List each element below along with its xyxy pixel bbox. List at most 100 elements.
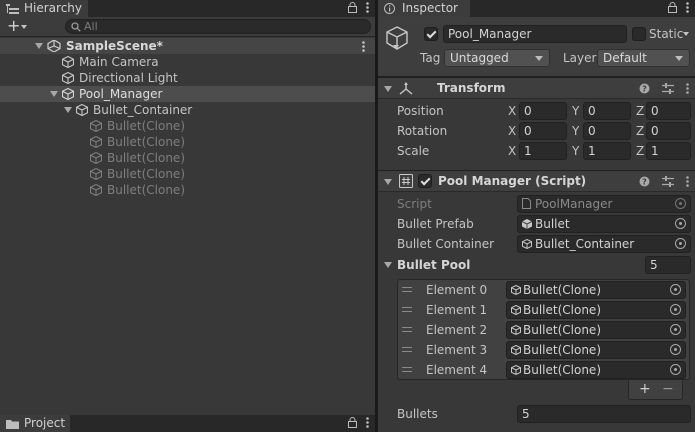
layer-dropdown[interactable]: Default bbox=[597, 49, 690, 67]
hierarchy-item-bullet-container[interactable]: Bullet_Container bbox=[0, 102, 375, 118]
rotation-z-field[interactable]: 0 bbox=[646, 122, 691, 140]
rotation-x-field[interactable]: 0 bbox=[519, 122, 567, 140]
pool-manager-title: Pool Manager (Script) bbox=[438, 174, 587, 188]
gameobject-cube-icon bbox=[62, 88, 74, 100]
info-icon bbox=[384, 3, 395, 14]
bullet-pool-fold-arrow-icon[interactable] bbox=[384, 262, 392, 268]
presets-icon[interactable] bbox=[662, 83, 674, 94]
axis-x-label[interactable]: X bbox=[508, 123, 516, 139]
bullet-pool-size-field[interactable]: 5 bbox=[645, 256, 691, 274]
lock-icon[interactable] bbox=[668, 2, 677, 13]
fold-arrow-icon[interactable] bbox=[64, 107, 72, 113]
object-picker-icon[interactable] bbox=[670, 284, 681, 295]
hierarchy-item-bullet-clone[interactable]: Bullet(Clone) bbox=[0, 166, 375, 182]
gameobject-header: Pool_Manager Static Tag Untagged Layer D… bbox=[378, 17, 695, 77]
element-field[interactable]: Bullet(Clone) bbox=[506, 281, 686, 299]
fold-arrow-icon[interactable] bbox=[35, 43, 43, 49]
drag-handle-icon[interactable] bbox=[402, 287, 412, 292]
component-enabled-checkbox[interactable] bbox=[418, 174, 432, 188]
scale-y-field[interactable]: 1 bbox=[583, 142, 631, 160]
position-label: Position bbox=[397, 104, 444, 118]
bullets-field[interactable]: 5 bbox=[517, 405, 691, 423]
axis-x-label[interactable]: X bbox=[508, 103, 516, 119]
object-picker-icon[interactable] bbox=[670, 364, 681, 375]
list-add-button[interactable]: + bbox=[639, 381, 651, 397]
object-picker-icon[interactable] bbox=[670, 324, 681, 335]
object-name-field[interactable]: Pool_Manager bbox=[443, 25, 627, 43]
icon-dropdown-arrow-icon[interactable] bbox=[393, 45, 399, 49]
tab-inspector[interactable]: Inspector bbox=[378, 0, 470, 17]
axis-y-label[interactable]: Y bbox=[572, 143, 579, 159]
hierarchy-item-directional-light[interactable]: Directional Light bbox=[0, 70, 375, 86]
scale-label: Scale bbox=[397, 144, 430, 158]
axis-z-label[interactable]: Z bbox=[636, 143, 644, 159]
lock-icon[interactable] bbox=[348, 2, 357, 13]
position-y-field[interactable]: 0 bbox=[583, 102, 631, 120]
hierarchy-item-bullet-clone[interactable]: Bullet(Clone) bbox=[0, 134, 375, 150]
hierarchy-item-bullet-clone[interactable]: Bullet(Clone) bbox=[0, 118, 375, 134]
gameobject-cube-icon bbox=[62, 56, 74, 68]
kebab-menu-icon[interactable] bbox=[366, 2, 369, 13]
tab-project[interactable]: Project bbox=[0, 415, 70, 432]
element-field[interactable]: Bullet(Clone) bbox=[506, 321, 686, 339]
static-dropdown-arrow-icon[interactable] bbox=[683, 32, 689, 36]
scene-row[interactable]: SampleScene* bbox=[0, 38, 375, 54]
hierarchy-item-label: Bullet_Container bbox=[93, 103, 193, 117]
lock-icon[interactable] bbox=[348, 417, 357, 428]
drag-handle-icon[interactable] bbox=[402, 327, 412, 332]
tab-hierarchy[interactable]: Hierarchy bbox=[0, 0, 88, 17]
hierarchy-tab-tools bbox=[348, 2, 369, 13]
object-picker-icon[interactable] bbox=[670, 344, 681, 355]
static-checkbox[interactable] bbox=[632, 27, 646, 41]
create-button[interactable]: + bbox=[7, 17, 20, 35]
axis-y-label[interactable]: Y bbox=[572, 123, 579, 139]
object-picker-icon[interactable] bbox=[675, 238, 686, 249]
axis-y-label[interactable]: Y bbox=[572, 103, 579, 119]
hierarchy-item-pool-manager[interactable]: Pool_Manager bbox=[0, 86, 375, 102]
scale-z-field[interactable]: 1 bbox=[646, 142, 691, 160]
component-menu-icon[interactable] bbox=[686, 176, 689, 187]
gameobject-cube-icon bbox=[511, 365, 521, 375]
object-picker-icon[interactable] bbox=[675, 218, 686, 229]
bullet-container-field[interactable]: Bullet_Container bbox=[517, 235, 691, 253]
gameobject-cube-icon bbox=[90, 136, 102, 148]
hierarchy-item-label: Bullet(Clone) bbox=[107, 119, 185, 133]
axis-x-label[interactable]: X bbox=[508, 143, 516, 159]
axis-z-label[interactable]: Z bbox=[636, 103, 644, 119]
bullet-pool-label[interactable]: Bullet Pool bbox=[397, 257, 470, 273]
presets-icon[interactable] bbox=[662, 176, 674, 187]
kebab-menu-icon[interactable] bbox=[366, 417, 369, 428]
rotation-y-field[interactable]: 0 bbox=[583, 122, 631, 140]
position-x-field[interactable]: 0 bbox=[519, 102, 567, 120]
hierarchy-item-main-camera[interactable]: Main Camera bbox=[0, 54, 375, 70]
hierarchy-item-bullet-clone[interactable]: Bullet(Clone) bbox=[0, 182, 375, 198]
bullet-prefab-field[interactable]: Bullet bbox=[517, 215, 691, 233]
help-icon[interactable]: ? bbox=[639, 83, 650, 94]
fold-arrow-icon[interactable] bbox=[384, 179, 392, 185]
search-input[interactable]: All bbox=[65, 19, 371, 34]
transform-header[interactable]: Transform ? bbox=[378, 77, 695, 99]
drag-handle-icon[interactable] bbox=[402, 347, 412, 352]
pool-manager-header-tools: ? bbox=[639, 176, 689, 187]
pool-manager-header[interactable]: Pool Manager (Script) ? bbox=[378, 170, 695, 192]
object-picker-icon[interactable] bbox=[670, 304, 681, 315]
element-field[interactable]: Bullet(Clone) bbox=[506, 341, 686, 359]
component-menu-icon[interactable] bbox=[686, 83, 689, 94]
fold-arrow-icon[interactable] bbox=[50, 91, 58, 97]
element-field[interactable]: Bullet(Clone) bbox=[506, 361, 686, 379]
kebab-menu-icon[interactable] bbox=[686, 2, 689, 13]
scene-menu-icon[interactable] bbox=[362, 41, 365, 52]
active-checkbox[interactable] bbox=[424, 27, 438, 41]
tag-dropdown[interactable]: Untagged bbox=[444, 49, 550, 67]
element-field[interactable]: Bullet(Clone) bbox=[506, 301, 686, 319]
drag-handle-icon[interactable] bbox=[402, 367, 412, 372]
scale-x-field[interactable]: 1 bbox=[519, 142, 567, 160]
drag-handle-icon[interactable] bbox=[402, 307, 412, 312]
axis-z-label[interactable]: Z bbox=[636, 123, 644, 139]
create-dropdown-arrow-icon[interactable] bbox=[21, 25, 27, 29]
list-remove-button[interactable]: − bbox=[662, 381, 674, 397]
fold-arrow-icon[interactable] bbox=[384, 86, 392, 92]
help-icon[interactable]: ? bbox=[639, 176, 650, 187]
position-z-field[interactable]: 0 bbox=[646, 102, 691, 120]
hierarchy-item-bullet-clone[interactable]: Bullet(Clone) bbox=[0, 150, 375, 166]
